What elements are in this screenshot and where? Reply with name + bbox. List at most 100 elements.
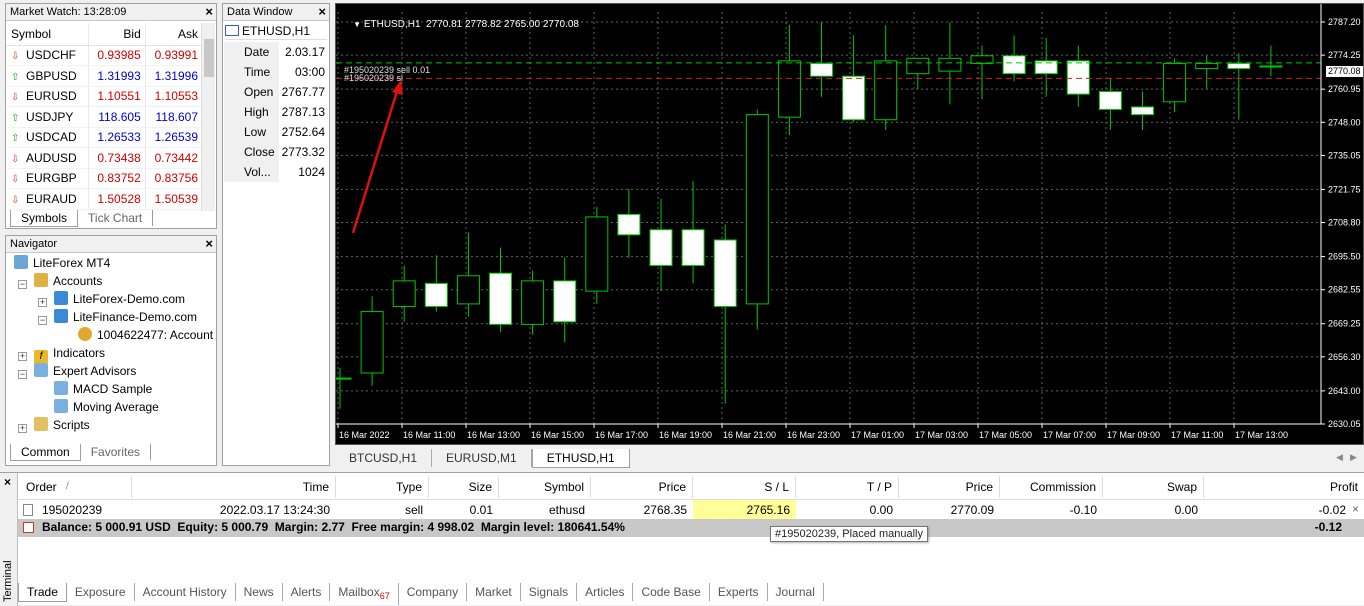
expand-icon[interactable]: +	[18, 424, 27, 433]
nav-ea-moving-average[interactable]: Moving Average	[54, 398, 159, 416]
col-symbol[interactable]: Symbol	[499, 476, 591, 498]
candle-body	[456, 275, 480, 305]
symbol-cell: ⇧ USDJPY	[7, 106, 89, 128]
collapse-icon[interactable]: −	[18, 370, 27, 379]
data-window-title: Data Window	[227, 6, 293, 18]
close-icon[interactable]: ×	[205, 236, 213, 252]
ask-cell: 1.50539	[145, 188, 204, 210]
close-order-icon[interactable]: ×	[1352, 502, 1359, 516]
tab-favorites[interactable]: Favorites	[81, 444, 152, 460]
nav-scripts[interactable]: Scripts	[34, 416, 90, 434]
price-axis-label: 2669.25	[1328, 319, 1361, 329]
tab-alerts[interactable]: Alerts	[283, 583, 331, 601]
col-sort-icon[interactable]: /	[60, 476, 80, 498]
nav-accounts[interactable]: Accounts	[34, 272, 102, 290]
table-row[interactable]: ⇧ USDCAD 1.26533 1.26539	[7, 127, 204, 148]
tab-experts[interactable]: Experts	[710, 583, 768, 601]
time-axis-label: 17 Mar 05:00	[979, 430, 1032, 440]
expand-icon[interactable]: +	[18, 352, 27, 361]
expand-icon[interactable]: +	[38, 298, 47, 307]
order-take-profit[interactable]: 0.00	[796, 500, 899, 520]
candle-body	[745, 114, 769, 305]
price-axis-label: 2735.05	[1328, 150, 1361, 160]
scrollbar-thumb[interactable]	[204, 39, 214, 77]
chart-menu-icon[interactable]: ▼	[353, 20, 361, 29]
tab-scroll-right-icon[interactable]: ▶	[1350, 452, 1357, 463]
chart-icon	[225, 25, 239, 36]
tab-mailbox[interactable]: Mailbox67	[330, 583, 399, 605]
price-axis-label: 2695.50	[1328, 252, 1361, 262]
order-commission: -0.10	[1069, 503, 1097, 517]
time-axis-label: 16 Mar 21:00	[723, 430, 776, 440]
table-row[interactable]: ⇩ EURGBP 0.83752 0.83756	[7, 168, 204, 189]
order-stop-loss[interactable]: 2765.16	[693, 500, 796, 520]
nav-indicators[interactable]: f Indicators	[34, 344, 105, 364]
collapse-icon[interactable]: −	[18, 280, 27, 289]
market-watch-scrollbar[interactable]	[201, 23, 215, 211]
terminal-side-bar: × Terminal	[0, 473, 18, 606]
tab-articles[interactable]: Articles	[577, 583, 634, 601]
chart-tab-btcusd[interactable]: BTCUSD,H1	[335, 449, 433, 467]
tab-scroll-left-icon[interactable]: ◀	[1336, 452, 1343, 463]
current-price-tag: 2770.08	[1326, 66, 1363, 77]
table-row[interactable]: ⇧ GBPUSD 1.31993 1.31996	[7, 65, 204, 87]
nav-ea-macd-sample[interactable]: MACD Sample	[54, 380, 152, 398]
tab-signals[interactable]: Signals	[521, 583, 578, 601]
bid-cell: 1.10551	[88, 86, 146, 107]
col-time[interactable]: Time	[152, 476, 336, 498]
nav-server-litefinance-demo[interactable]: LiteFinance-Demo.com	[54, 308, 197, 326]
col-current-price[interactable]: Price	[899, 476, 1000, 498]
tab-market[interactable]: Market	[467, 583, 521, 601]
col-tp[interactable]: T / P	[796, 476, 899, 498]
col-sl[interactable]: S / L	[693, 476, 796, 498]
column-header-bid[interactable]: Bid	[88, 23, 146, 46]
col-profit[interactable]: Profit	[1204, 476, 1364, 498]
col-swap[interactable]: Swap	[1103, 476, 1204, 498]
mailbox-badge: 67	[379, 591, 390, 601]
close-icon[interactable]: ×	[318, 4, 326, 20]
tab-code-base[interactable]: Code Base	[633, 583, 710, 601]
chart-tab-ethusd[interactable]: ETHUSD,H1	[531, 449, 630, 468]
col-price[interactable]: Price	[591, 476, 693, 498]
nav-account-1004622477[interactable]: 1004622477: Account	[78, 326, 213, 344]
nav-server-liteforex-demo[interactable]: LiteForex-Demo.com	[54, 290, 185, 308]
table-row[interactable]: ⇩ EURUSD 1.10551 1.10553	[7, 86, 204, 107]
col-type[interactable]: Type	[336, 476, 429, 498]
time-axis-label: 17 Mar 11:00	[1171, 430, 1223, 440]
nav-root-liteforex-mt4[interactable]: LiteForex MT4	[14, 254, 110, 272]
tab-exposure[interactable]: Exposure	[67, 583, 135, 601]
balance-row: Balance: 5 000.91 USD Equity: 5 000.79 M…	[18, 519, 1364, 537]
tab-tick-chart[interactable]: Tick Chart	[78, 210, 154, 226]
candle-body	[713, 239, 737, 307]
column-header-ask[interactable]: Ask	[145, 23, 204, 46]
table-row[interactable]: ⇧ USDJPY 118.605 118.607	[7, 106, 204, 128]
table-row[interactable]: 195020239 2022.03.17 13:24:30 sell 0.01 …	[18, 499, 1364, 520]
data-window-row: Vol... 1024	[224, 162, 327, 183]
market-watch-tabs: Symbols Tick Chart	[10, 210, 154, 228]
tab-company[interactable]: Company	[399, 583, 468, 601]
table-row[interactable]: ⇩ AUDUSD 0.73438 0.73442	[7, 147, 204, 169]
tab-trade[interactable]: Trade	[18, 583, 67, 602]
ask-cell: 118.607	[145, 106, 204, 128]
tab-common[interactable]: Common	[10, 444, 81, 461]
chart-tab-eurusd[interactable]: EURUSD,M1	[432, 449, 532, 467]
terminal-panel: × Terminal Order / Time Type Size Symbol…	[0, 472, 1364, 606]
arrow-down-icon: ⇩	[11, 174, 20, 186]
table-row[interactable]: ⇩ EURAUD 1.50528 1.50539	[7, 188, 204, 210]
candle-body	[1131, 106, 1154, 116]
column-header-symbol[interactable]: Symbol	[7, 23, 89, 46]
tab-account-history[interactable]: Account History	[135, 583, 236, 601]
chart-window[interactable]: 2787.20 2774.25 2760.95 2748.00 2735.05 2721.…	[335, 3, 1364, 445]
candlestick-chart[interactable]: 2787.20 2774.25 2760.95 2748.00 2735.05 2721.…	[336, 4, 1363, 444]
nav-expert-advisors[interactable]: Expert Advisors	[34, 362, 136, 380]
close-icon[interactable]: ×	[205, 4, 213, 20]
close-icon[interactable]: ×	[4, 475, 11, 489]
tab-symbols[interactable]: Symbols	[10, 210, 79, 227]
table-row[interactable]: ⇩ USDCHF 0.93985 0.93991	[7, 45, 204, 66]
collapse-icon[interactable]: −	[38, 316, 47, 325]
col-size[interactable]: Size	[429, 476, 499, 498]
tab-news[interactable]: News	[236, 583, 283, 601]
tab-journal[interactable]: Journal	[768, 583, 824, 601]
nav-label: LiteFinance-Demo.com	[73, 310, 198, 324]
col-commission[interactable]: Commission	[1000, 476, 1103, 498]
